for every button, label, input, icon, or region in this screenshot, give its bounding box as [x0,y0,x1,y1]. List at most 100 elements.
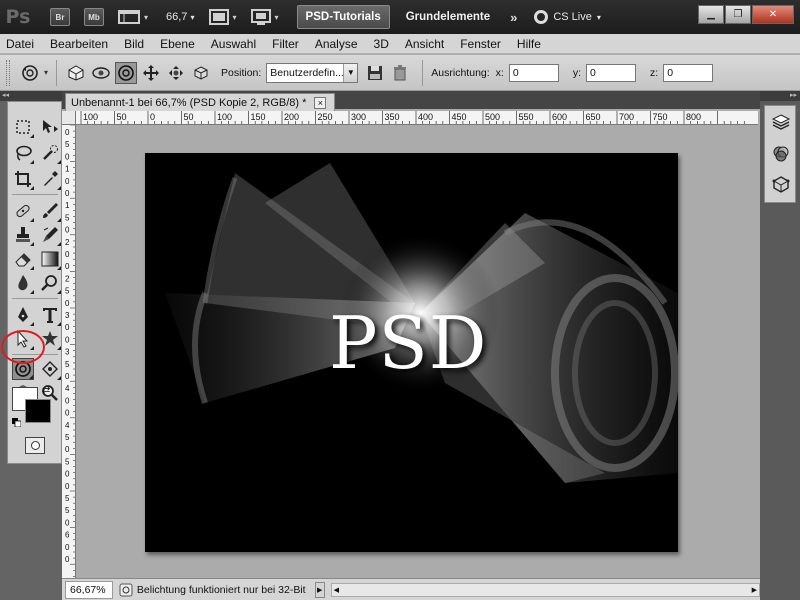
delete-position-button[interactable] [389,62,411,84]
quick-selection-tool[interactable] [39,142,61,164]
menu-3d[interactable]: 3D [374,37,389,51]
pasteboard[interactable]: PSD [77,126,758,578]
3d-scale-button[interactable] [190,62,212,84]
workspace-grundelemente-button[interactable]: Grundelemente [406,11,490,23]
swap-colors-icon[interactable]: ⇄ [42,385,50,396]
launch-bridge-button[interactable]: Br [50,8,70,26]
chevron-down-icon: ▾ [190,13,195,22]
menu-datei[interactable]: Datei [6,37,34,51]
lasso-tool[interactable] [12,142,34,164]
restore-window-button[interactable]: ❐ [725,5,751,24]
menu-filter[interactable]: Filter [272,37,299,51]
ruler-label: 400 [418,112,433,122]
history-brush-tool[interactable] [39,224,61,246]
dodge-tool[interactable] [39,272,61,294]
canvas-text[interactable]: PSD [329,301,488,385]
return-to-initial-position-button[interactable] [65,62,87,84]
ruler-label: 0 [65,396,70,405]
orientation-y-input[interactable]: 0 [586,63,637,82]
blur-tool[interactable] [12,272,34,294]
horizontal-scrollbar[interactable]: ◀ ▶ [330,582,760,597]
pen-tool[interactable] [12,304,34,326]
ruler-label: 5 [65,457,70,466]
menu-analyse[interactable]: Analyse [315,37,358,51]
position-select[interactable]: Benutzerdefin... ▼ [266,62,359,83]
launch-minibridge-button[interactable]: Mb [84,8,104,26]
menu-bearbeiten[interactable]: Bearbeiten [50,37,108,51]
eyedropper-tool[interactable] [39,168,61,190]
crop-tool[interactable] [12,168,34,190]
eraser-tool[interactable] [12,248,34,270]
menu-bar: Datei Bearbeiten Bild Ebene Auswahl Filt… [0,34,800,54]
zoom-level-select[interactable]: 66,7 ▾ [166,11,195,23]
ruler-label: 1 [65,201,70,210]
close-window-button[interactable]: ✕ [752,5,794,24]
spot-healing-brush-tool[interactable] [12,200,34,222]
ruler-label: 450 [452,112,467,122]
status-menu-button[interactable]: ▶ [314,581,325,598]
expand-panels-button[interactable]: ▸▸ [760,91,800,101]
minimize-window-button[interactable]: ▁ [698,5,724,24]
options-bar-grip[interactable] [6,59,10,86]
scroll-right-icon[interactable]: ▶ [752,586,757,594]
document-info-icon[interactable] [119,583,133,597]
tool-preset-picker[interactable] [18,61,42,85]
close-document-button[interactable]: × [314,96,327,109]
orientation-z-input[interactable]: 0 [663,63,714,82]
ruler-label: 0 [65,445,70,454]
status-zoom-input[interactable]: 66,67% [65,580,113,599]
3d-slide-button[interactable] [165,62,187,84]
chevron-down-icon: ▼ [343,63,358,82]
3d-camera-tool[interactable] [39,358,61,380]
document-tab[interactable]: Unbenannt-1 bei 66,7% (PSD Kopie 2, RGB/… [65,93,335,111]
move-tool[interactable] [39,116,61,138]
3d-rotate-button[interactable] [115,61,138,84]
arrange-documents-button[interactable]: ▾ [208,9,237,25]
3d-roll-button[interactable] [90,62,112,84]
menu-auswahl[interactable]: Auswahl [211,37,256,51]
tool-row [12,224,61,246]
ruler-origin[interactable] [62,111,76,125]
menu-hilfe[interactable]: Hilfe [517,37,541,51]
3d-rotate-tool-icon [22,64,38,81]
cs-live-label: CS Live [553,11,592,23]
channels-panel-button[interactable] [769,142,793,166]
status-message: Belichtung funktioniert nur bei 32-Bit [136,583,306,596]
save-position-button[interactable] [364,62,386,84]
cs-live-button[interactable]: CS Live ▾ [534,10,601,24]
workspace-psd-tutorials-button[interactable]: PSD-Tutorials [296,5,390,29]
menu-ansicht[interactable]: Ansicht [405,37,444,51]
chevron-down-icon: ▾ [232,12,237,22]
menu-fenster[interactable]: Fenster [460,37,501,51]
horizontal-ruler[interactable]: 100 50 0 50 100 150 200 250 300 350 400 450 500 550 60… [76,111,758,125]
layers-panel-button[interactable] [769,110,793,134]
rectangular-marquee-tool[interactable] [12,116,34,138]
more-workspaces-button[interactable]: » [510,10,517,25]
chevron-down-icon: ▾ [144,12,149,22]
type-tool[interactable] [39,304,61,326]
screen-mode-icon [250,9,271,25]
view-extras-button[interactable]: ▾ [118,9,148,25]
vertical-ruler[interactable]: 0 5 0 1 0 0 1 5 0 2 0 0 2 5 0 3 0 0 3 5 0 4 0 0 4 5 0 5 0 0 5 5 0 6 0 0 [62,125,76,578]
screen-mode-button[interactable]: ▾ [250,9,279,25]
background-color-swatch[interactable] [25,399,51,423]
3d-panel-button[interactable] [769,172,793,196]
3d-pan-button[interactable] [140,62,162,84]
ruler-label: 500 [485,112,500,122]
restore-icon: ❐ [733,9,743,20]
document-canvas[interactable]: PSD [145,153,678,552]
menu-ebene[interactable]: Ebene [160,37,195,51]
collapse-toolbox-button[interactable]: ◂◂ [0,91,62,101]
ruler-label: 650 [586,112,601,122]
clone-stamp-tool[interactable] [12,224,34,246]
zoom-level-value: 66,7 [166,11,188,23]
scroll-left-icon[interactable]: ◀ [334,586,339,594]
brush-tool[interactable] [39,200,61,222]
gradient-tool[interactable] [39,248,61,270]
window-controls: ▁ ❐ ✕ [698,5,794,24]
orientation-x-input[interactable]: 0 [508,63,559,82]
default-colors-icon[interactable] [12,418,21,427]
ruler-label: 750 [653,112,668,122]
quick-mask-button[interactable] [25,437,45,454]
menu-bild[interactable]: Bild [124,37,144,51]
